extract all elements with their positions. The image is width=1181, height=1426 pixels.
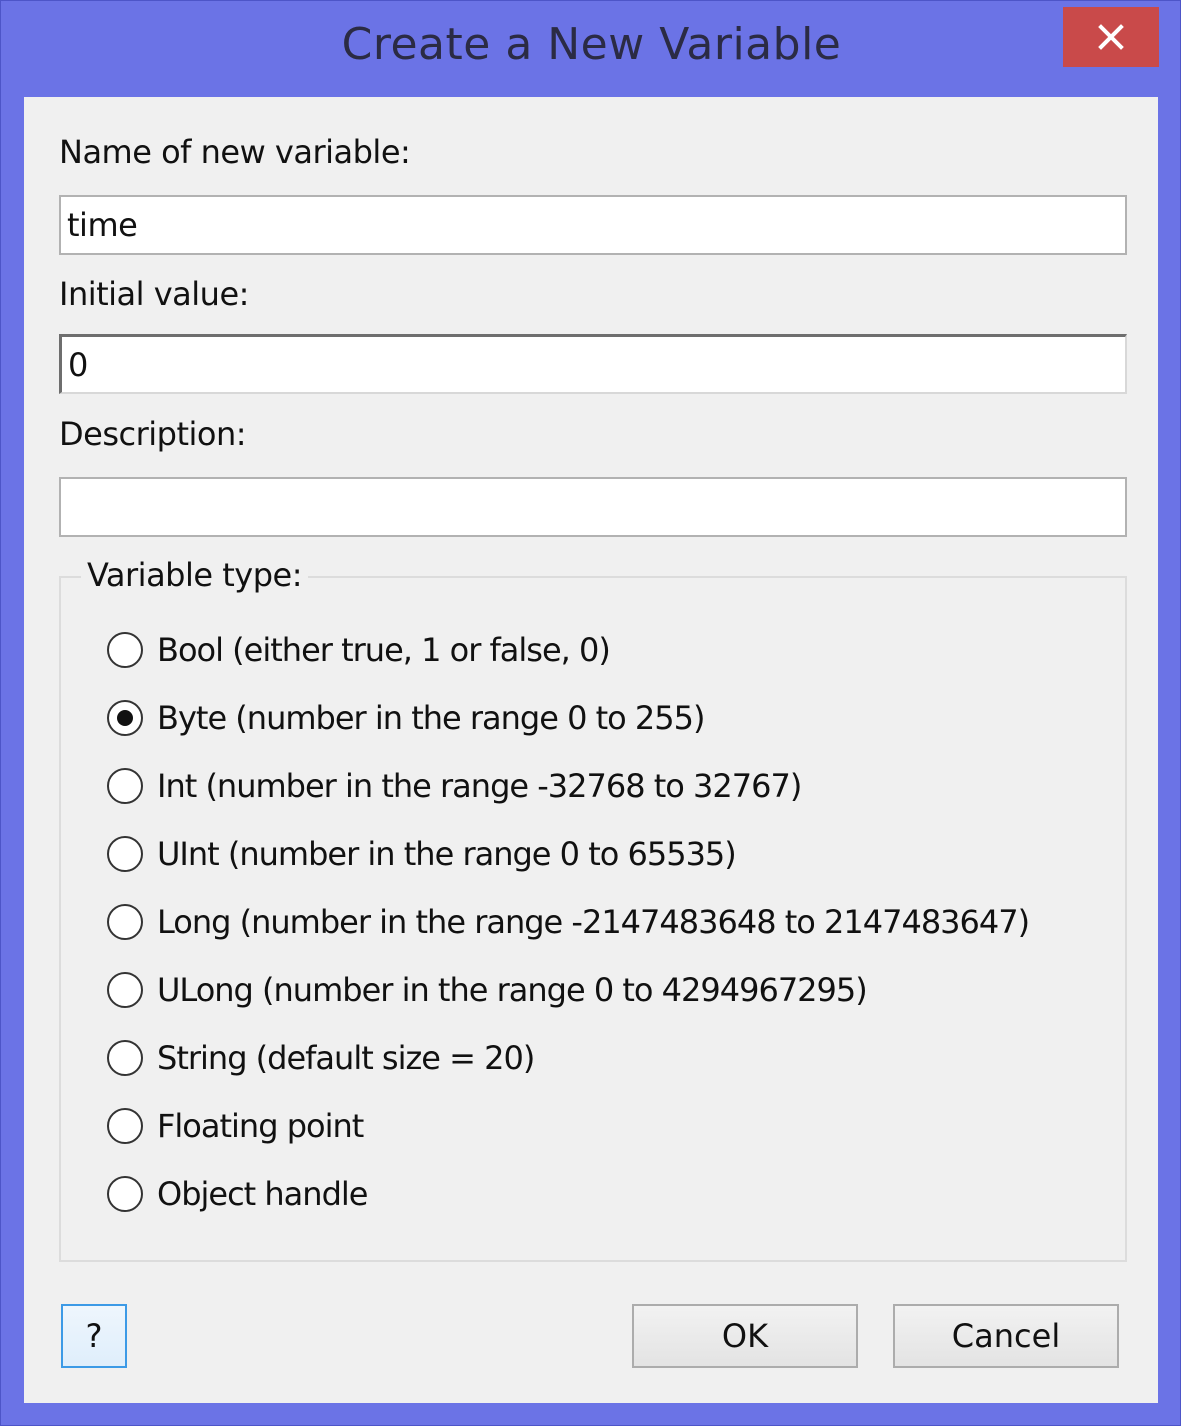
- radio-label: Bool (either true, 1 or false, 0): [157, 631, 611, 669]
- dialog-client-area: Name of new variable: Initial value: Des…: [24, 97, 1158, 1403]
- radio-label: Int (number in the range -32768 to 32767…: [157, 767, 802, 805]
- radio-button[interactable]: [107, 632, 143, 668]
- radio-option-int[interactable]: Int (number in the range -32768 to 32767…: [107, 764, 802, 808]
- radio-option-bool[interactable]: Bool (either true, 1 or false, 0): [107, 628, 611, 672]
- radio-button[interactable]: [107, 1108, 143, 1144]
- radio-button[interactable]: [107, 836, 143, 872]
- radio-button[interactable]: [107, 972, 143, 1008]
- name-input[interactable]: [59, 195, 1127, 255]
- description-input[interactable]: [59, 477, 1127, 537]
- dialog-window: Create a New Variable Name of new variab…: [0, 0, 1181, 1426]
- variable-type-group: Variable type: Bool (either true, 1 or f…: [59, 556, 1127, 1262]
- radio-button[interactable]: [107, 1176, 143, 1212]
- radio-button[interactable]: [107, 768, 143, 804]
- radio-option-floating-point[interactable]: Floating point: [107, 1104, 364, 1148]
- radio-option-string[interactable]: String (default size = 20): [107, 1036, 535, 1080]
- radio-label: UInt (number in the range 0 to 65535): [157, 835, 737, 873]
- close-icon: [1098, 24, 1124, 50]
- radio-option-ulong[interactable]: ULong (number in the range 0 to 42949672…: [107, 968, 868, 1012]
- window-title: Create a New Variable: [341, 19, 842, 70]
- radio-label: Long (number in the range -2147483648 to…: [157, 903, 1030, 941]
- radio-option-uint[interactable]: UInt (number in the range 0 to 65535): [107, 832, 737, 876]
- help-button[interactable]: ?: [61, 1304, 127, 1368]
- title-bar[interactable]: Create a New Variable: [1, 1, 1181, 97]
- variable-type-legend: Variable type:: [81, 556, 308, 594]
- radio-label: Byte (number in the range 0 to 255): [157, 699, 705, 737]
- radio-label: String (default size = 20): [157, 1039, 535, 1077]
- radio-button[interactable]: [107, 700, 143, 736]
- radio-option-object-handle[interactable]: Object handle: [107, 1172, 368, 1216]
- ok-button[interactable]: OK: [632, 1304, 858, 1368]
- close-button[interactable]: [1063, 7, 1159, 67]
- radio-button[interactable]: [107, 1040, 143, 1076]
- radio-option-long[interactable]: Long (number in the range -2147483648 to…: [107, 900, 1030, 944]
- cancel-button[interactable]: Cancel: [893, 1304, 1119, 1368]
- radio-option-byte[interactable]: Byte (number in the range 0 to 255): [107, 696, 705, 740]
- name-label: Name of new variable:: [59, 133, 411, 171]
- radio-label: Object handle: [157, 1175, 368, 1213]
- description-label: Description:: [59, 415, 247, 453]
- radio-button[interactable]: [107, 904, 143, 940]
- initial-value-input[interactable]: [59, 334, 1127, 394]
- radio-label: Floating point: [157, 1107, 364, 1145]
- initial-value-label: Initial value:: [59, 275, 249, 313]
- radio-label: ULong (number in the range 0 to 42949672…: [157, 971, 868, 1009]
